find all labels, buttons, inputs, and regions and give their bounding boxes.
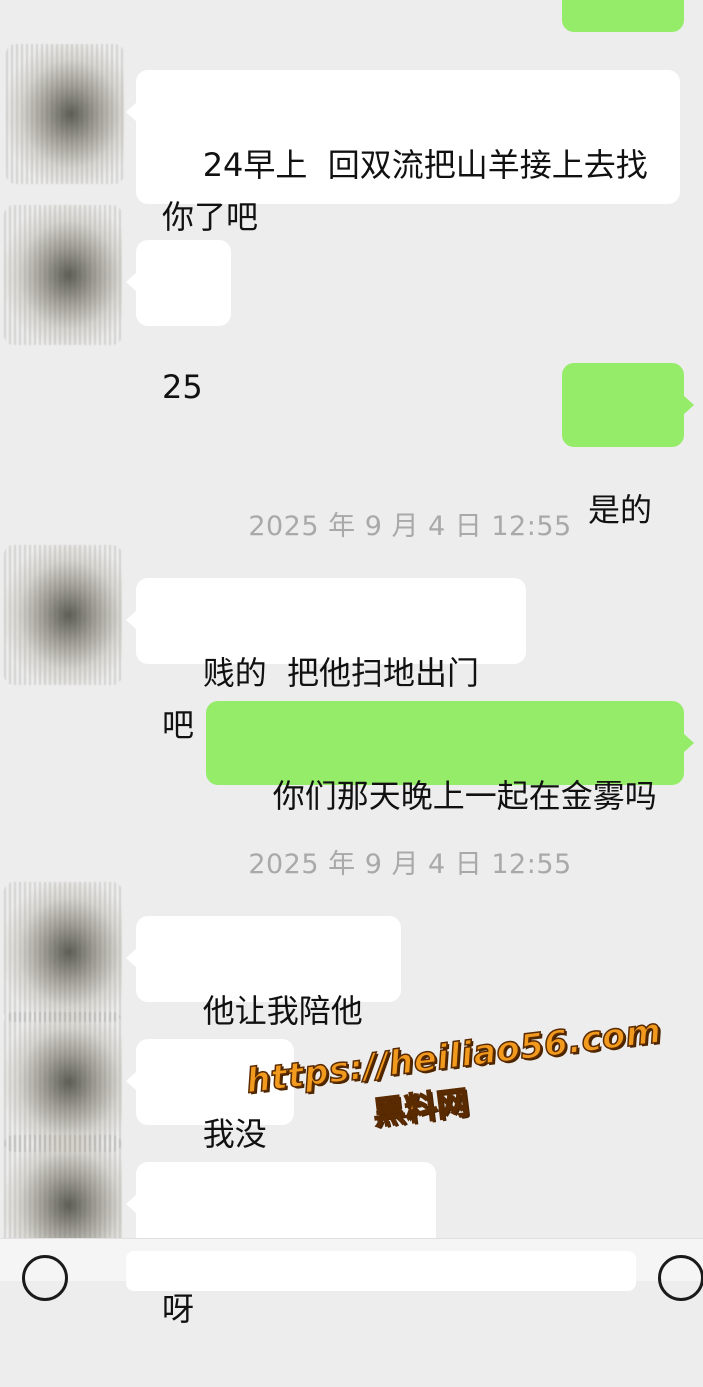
message-bubble-incoming[interactable]: 24早上 回双流把山羊接上去找 你了吧 [126,70,680,236]
message-bubble-incoming[interactable]: 贱的 把他扫地出门吧 [126,578,526,744]
contact-avatar[interactable] [4,205,122,345]
message-text: 25 [162,368,203,406]
message-bubble-incoming[interactable]: 25 [126,240,231,406]
message-input[interactable] [126,1251,636,1291]
contact-avatar[interactable] [4,1012,122,1152]
voice-toggle-icon[interactable] [22,1255,68,1301]
message-text: 你们那天晚上一起在金雾吗 [272,777,657,815]
contact-avatar[interactable] [4,882,122,1022]
message-timestamp: 2025 年 9 月 4 日 12:55 [248,511,572,542]
message-bubble-outgoing[interactable]: 是的 [562,363,694,529]
contact-avatar[interactable] [4,545,122,685]
contact-avatar[interactable] [6,44,124,184]
message-bubble-outgoing[interactable]: 是的 [562,0,684,114]
message-text: 24早上 回双流把山羊接上去找 你了吧 [162,146,648,236]
chat-input-bar [0,1238,703,1301]
message-bubble-incoming[interactable]: 他让我陪他去 [126,916,401,1082]
message-timestamp: 2025 年 9 月 4 日 12:55 [248,849,572,880]
more-plus-icon[interactable] [658,1255,703,1301]
message-bubble-outgoing[interactable]: 你们那天晚上一起在金雾吗 [206,701,694,815]
message-bubble-incoming[interactable]: 我知道他撤人呀 [126,1162,436,1328]
